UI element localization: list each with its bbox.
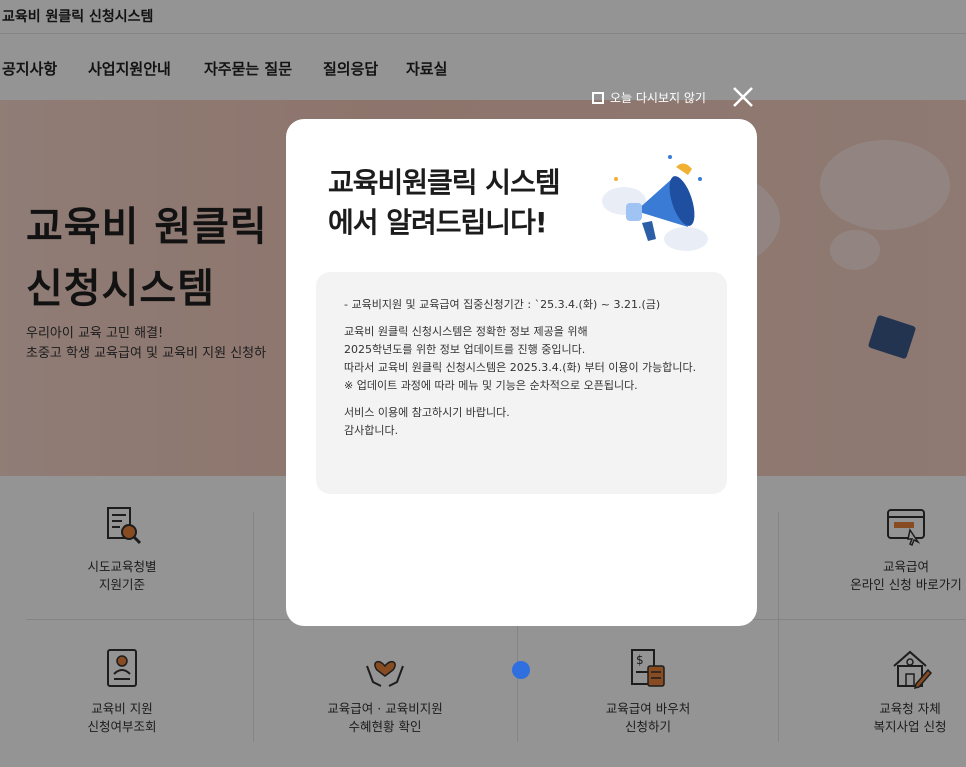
close-icon[interactable] (730, 84, 756, 110)
not-today-label: 오늘 다시보지 않기 (610, 91, 706, 105)
notice-closing: 서비스 이용에 참고하시기 바랍니다. 감사합니다. (344, 406, 510, 437)
notice-paragraph: 교육비 원클릭 신청시스템은 정확한 정보 제공을 위해 2025학년도를 위한… (344, 325, 697, 392)
not-today-checkbox[interactable] (592, 91, 604, 104)
carousel-indicator[interactable] (512, 661, 530, 679)
notice-content: - 교육비지원 및 교육급여 집중신청기간 : `25.3.4.(화) ~ 3.… (316, 272, 727, 494)
notice-period: - 교육비지원 및 교육급여 집중신청기간 : `25.3.4.(화) ~ 3.… (344, 298, 661, 311)
popup-heading: 교육비원클릭 시스템 에서 알려드립니다! (328, 166, 561, 239)
notice-popup: 교육비원클릭 시스템 에서 알려드립니다! - 교육비지원 및 교육급여 집중신… (286, 119, 757, 626)
not-today-toggle[interactable]: 오늘 다시보지 않기 (592, 89, 706, 106)
megaphone-icon (602, 155, 708, 251)
